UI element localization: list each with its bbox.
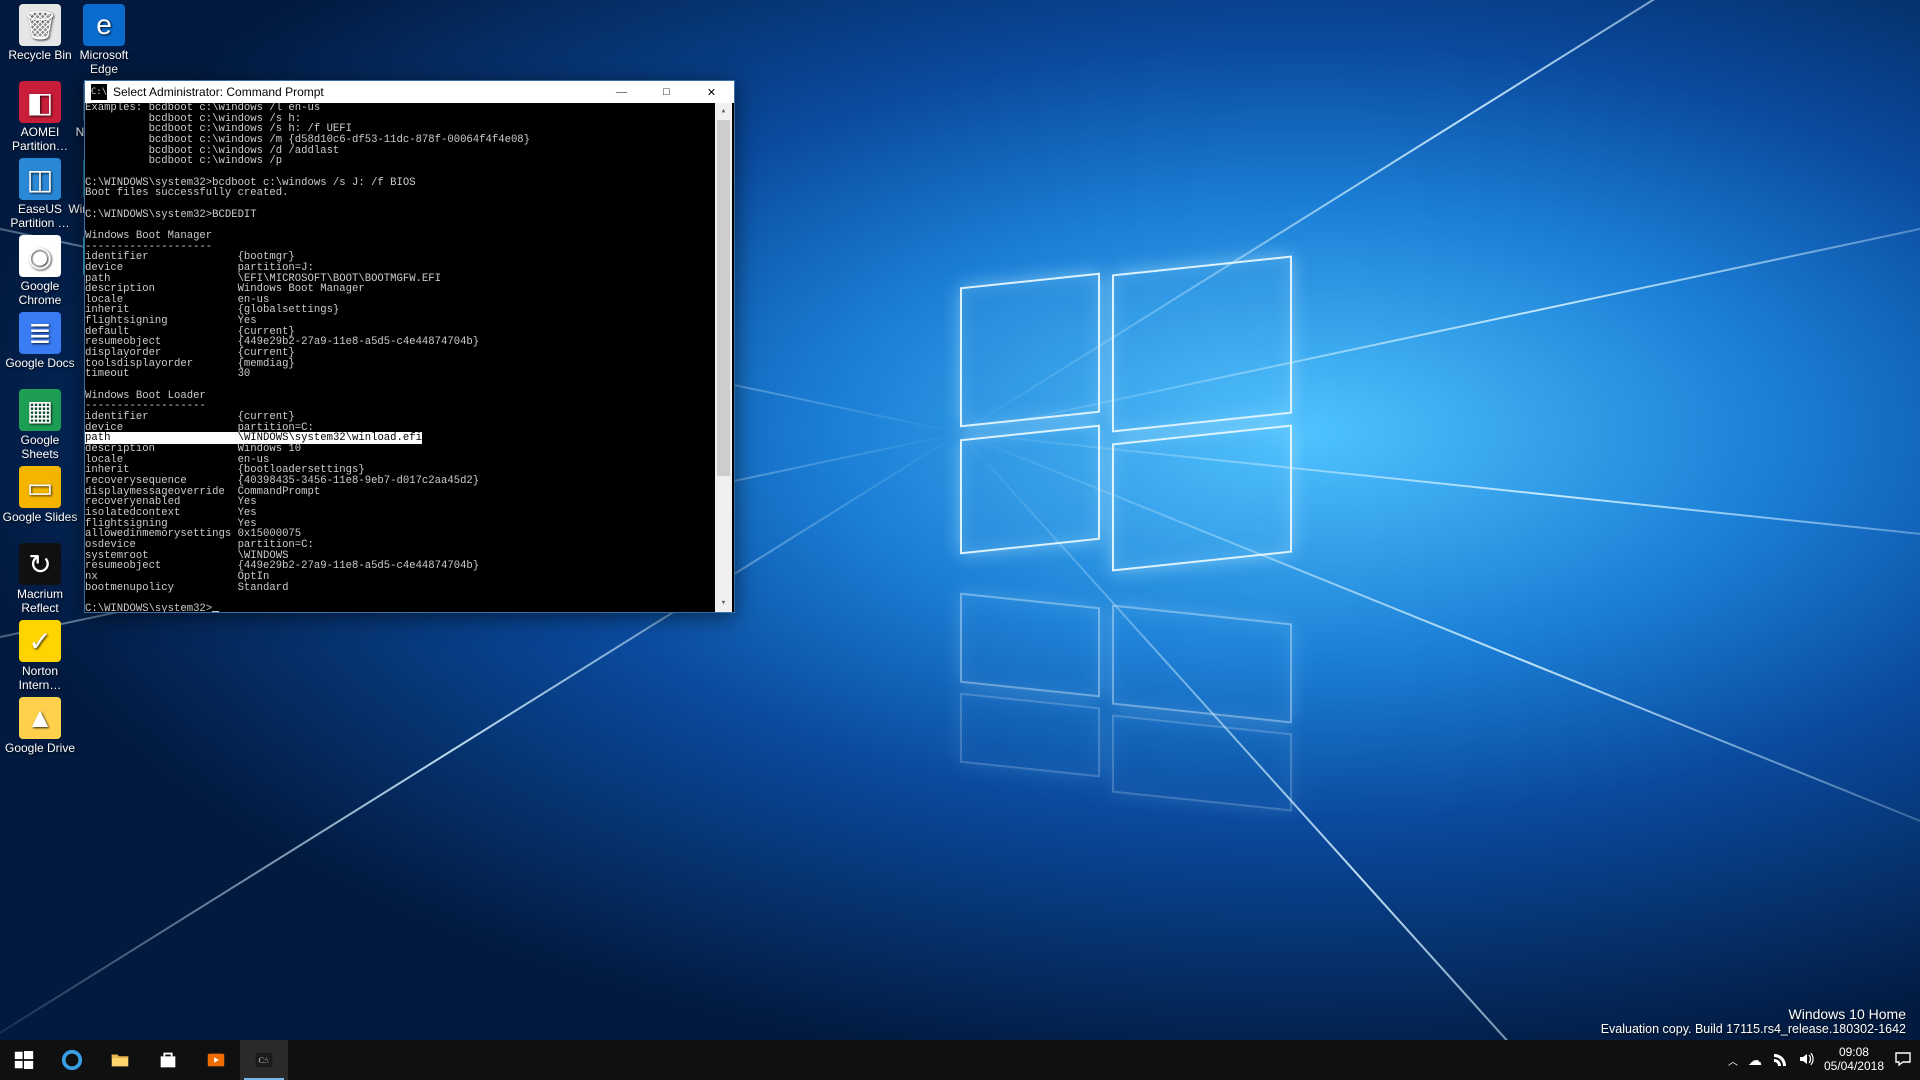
app-icon: ◉ xyxy=(19,235,61,277)
app-icon: ▭ xyxy=(19,466,61,508)
taskbar-store[interactable] xyxy=(144,1040,192,1080)
desktop-icon[interactable]: ≣ Google Docs xyxy=(2,312,78,371)
app-icon: ≣ xyxy=(19,312,61,354)
system-tray[interactable]: ︿ ☁ 09:08 05/04/2018 xyxy=(1724,1040,1920,1080)
close-button[interactable]: ✕ xyxy=(689,81,734,103)
taskbar-media[interactable] xyxy=(192,1040,240,1080)
desktop-icon-label: Google Slides xyxy=(2,511,78,525)
desktop-icon[interactable]: ▭ Google Slides xyxy=(2,466,78,525)
folder-icon xyxy=(109,1049,131,1071)
app-icon: ▲ xyxy=(19,697,61,739)
desktop-icon-label: Google Sheets xyxy=(2,434,78,462)
cmd-icon: C:\ xyxy=(253,1049,275,1071)
app-icon: e xyxy=(83,4,125,46)
taskbar-cmd[interactable]: C:\ xyxy=(240,1040,288,1080)
scroll-thumb[interactable] xyxy=(717,120,730,476)
app-icon: ↻ xyxy=(19,543,61,585)
start-button[interactable] xyxy=(0,1040,48,1080)
cmd-icon: C:\ xyxy=(91,84,107,100)
app-icon: ▦ xyxy=(19,389,61,431)
desktop-icon[interactable]: ▲ Google Drive xyxy=(2,697,78,756)
taskbar-file-explorer[interactable] xyxy=(96,1040,144,1080)
desktop-icon-label: Macrium Reflect xyxy=(2,588,78,616)
desktop-icon[interactable]: ▦ Google Sheets xyxy=(2,389,78,462)
desktop-icon[interactable]: ↻ Macrium Reflect xyxy=(2,543,78,616)
app-icon: 🗑 xyxy=(19,4,61,46)
command-prompt-window[interactable]: C:\ Select Administrator: Command Prompt… xyxy=(84,80,735,613)
cmd-client-area[interactable]: Examples: bcdboot c:\windows /l en-us bc… xyxy=(85,103,734,612)
tray-network-icon[interactable] xyxy=(1772,1051,1788,1070)
desktop-icon-label: Google Drive xyxy=(2,742,78,756)
tray-onedrive-icon[interactable]: ☁ xyxy=(1748,1052,1762,1069)
scroll-up-button[interactable]: ▴ xyxy=(715,103,732,120)
desktop-icon[interactable]: e Microsoft Edge xyxy=(66,4,142,77)
app-icon: ◫ xyxy=(19,158,61,200)
tray-overflow-icon[interactable]: ︿ xyxy=(1728,1053,1738,1068)
taskbar-clock[interactable]: 09:08 05/04/2018 xyxy=(1824,1046,1884,1074)
taskbar-spacer xyxy=(288,1040,1724,1080)
app-icon: ✓ xyxy=(19,620,61,662)
media-icon xyxy=(205,1049,227,1071)
cmd-title: Select Administrator: Command Prompt xyxy=(113,85,599,99)
svg-text:C:\: C:\ xyxy=(259,1056,270,1065)
desktop-icon-label: Google Docs xyxy=(2,357,78,371)
build-watermark: Windows 10 Home Evaluation copy. Build 1… xyxy=(1601,1006,1906,1036)
cmd-text[interactable]: Examples: bcdboot c:\windows /l en-us bc… xyxy=(85,103,715,612)
minimize-button[interactable]: — xyxy=(599,81,644,103)
store-icon xyxy=(157,1049,179,1071)
cmd-cursor xyxy=(212,611,219,612)
desktop-icon-label: Norton Intern… xyxy=(2,665,78,693)
tray-volume-icon[interactable] xyxy=(1798,1051,1814,1070)
scroll-down-button[interactable]: ▾ xyxy=(715,595,732,612)
cmd-titlebar[interactable]: C:\ Select Administrator: Command Prompt… xyxy=(85,81,734,103)
action-center-icon[interactable] xyxy=(1894,1050,1912,1071)
cmd-scrollbar[interactable]: ▴ ▾ xyxy=(715,103,732,612)
desktop-icon-label: Microsoft Edge xyxy=(66,49,142,77)
app-icon: ◧ xyxy=(19,81,61,123)
taskbar-edge[interactable] xyxy=(48,1040,96,1080)
taskbar[interactable]: C:\ ︿ ☁ 09:08 05/04/2018 xyxy=(0,1040,1920,1080)
windows-logo-icon xyxy=(13,1049,35,1071)
desktop-icon[interactable]: ✓ Norton Intern… xyxy=(2,620,78,693)
edge-icon xyxy=(61,1049,83,1071)
maximize-button[interactable]: □ xyxy=(644,81,689,103)
